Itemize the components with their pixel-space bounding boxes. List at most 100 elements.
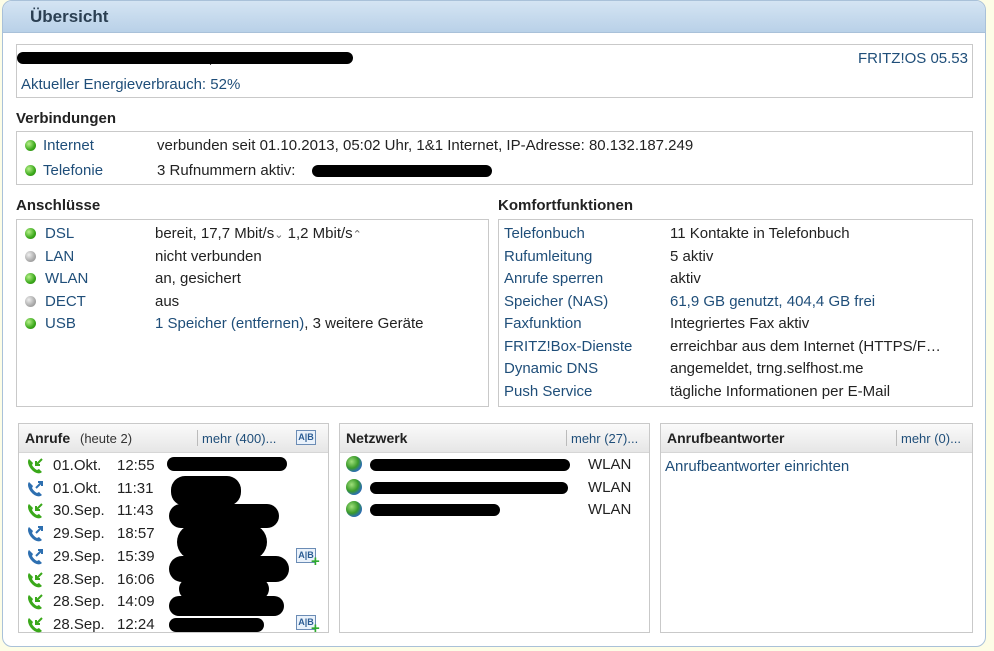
redaction-bar bbox=[171, 476, 241, 506]
comfort-ddns-value: angemeldet, trng.selfhost.me bbox=[670, 360, 864, 377]
redaction-bar bbox=[370, 459, 570, 471]
plus-icon: + bbox=[311, 620, 320, 637]
connection-telefonie-value: 3 Rufnummern aktiv: bbox=[157, 162, 296, 179]
comfort-nas-link[interactable]: Speicher (NAS) bbox=[504, 293, 608, 310]
page-title: Übersicht bbox=[30, 7, 109, 26]
comfort-nas-value[interactable]: 61,9 GB genutzt, 404,4 GB frei bbox=[670, 293, 875, 310]
network-device-type: WLAN bbox=[588, 479, 632, 496]
call-time: 15:39 bbox=[117, 547, 155, 565]
port-lan-value: nicht verbunden bbox=[155, 248, 262, 265]
incoming-call-icon bbox=[26, 593, 44, 611]
port-wlan-link[interactable]: WLAN bbox=[45, 270, 88, 287]
connection-internet-link[interactable]: Internet bbox=[43, 137, 94, 154]
comfort-phonebook-value: 11 Kontakte in Telefonbuch bbox=[670, 225, 850, 242]
header-separator bbox=[566, 430, 567, 446]
globe-icon bbox=[346, 501, 362, 517]
port-usb-value: , 3 weitere Geräte bbox=[304, 315, 424, 332]
redaction-bar bbox=[370, 504, 500, 516]
status-indicator-icon bbox=[25, 273, 36, 284]
port-dect-link[interactable]: DECT bbox=[45, 293, 86, 310]
network-device-type: WLAN bbox=[588, 456, 632, 473]
panel-header: Übersicht bbox=[3, 1, 985, 33]
calls-more-link[interactable]: mehr (400)... bbox=[202, 431, 276, 446]
status-indicator-icon bbox=[25, 140, 36, 151]
redaction-bar bbox=[169, 596, 284, 616]
comfort-ddns-link[interactable]: Dynamic DNS bbox=[504, 360, 598, 377]
connections-title: Verbindungen bbox=[16, 110, 117, 127]
outgoing-call-icon bbox=[26, 480, 44, 498]
firmware-version[interactable]: FRITZ!OS 05.53 bbox=[858, 50, 968, 67]
call-time: 18:57 bbox=[117, 525, 155, 543]
ports-box: DSL bereit, 17,7 Mbit/s⌄ 1,2 Mbit/s⌃ LAN… bbox=[16, 219, 489, 407]
connection-internet-value: verbunden seit 01.10.2013, 05:02 Uhr, 1&… bbox=[157, 137, 694, 154]
port-usb-link[interactable]: USB bbox=[45, 315, 76, 332]
ports-title: Anschlüsse bbox=[16, 197, 101, 214]
comfort-callblock-link[interactable]: Anrufe sperren bbox=[504, 270, 603, 287]
status-indicator-icon bbox=[25, 228, 36, 239]
comfort-push-link[interactable]: Push Service bbox=[504, 383, 592, 400]
comfort-box: Telefonbuch 11 Kontakte in Telefonbuch R… bbox=[498, 219, 973, 407]
energy-consumption-link[interactable]: Aktueller Energieverbrauch: 52% bbox=[21, 76, 240, 93]
comfort-services-link[interactable]: FRITZ!Box-Dienste bbox=[504, 338, 632, 355]
redaction-bar bbox=[177, 524, 267, 560]
status-indicator-icon bbox=[25, 251, 36, 262]
answering-more-link[interactable]: mehr (0)... bbox=[901, 431, 961, 446]
network-more-link[interactable]: mehr (27)... bbox=[571, 431, 638, 446]
call-time: 12:55 bbox=[117, 457, 155, 474]
connections-box: Internet verbunden seit 01.10.2013, 05:0… bbox=[16, 131, 973, 185]
plus-icon: + bbox=[311, 553, 320, 570]
globe-icon bbox=[346, 456, 362, 472]
port-dsl-value-up: 1,2 Mbit/s bbox=[287, 225, 353, 242]
redaction-bar bbox=[17, 52, 353, 64]
setup-answering-machine-link[interactable]: Anrufbeantworter einrichten bbox=[665, 458, 849, 475]
call-time: 14:09 bbox=[117, 593, 155, 611]
port-lan-link[interactable]: LAN bbox=[45, 248, 74, 265]
status-indicator-icon bbox=[25, 165, 36, 176]
call-date: 30.Sep. bbox=[53, 502, 105, 520]
call-date: 28.Sep. bbox=[53, 615, 105, 633]
device-info-box: FRITZ!Box Fon WLAN 7390, TRNG-FB7390 FRI… bbox=[16, 44, 973, 98]
status-indicator-icon bbox=[25, 296, 36, 307]
phonebook-icon[interactable]: A|B bbox=[296, 430, 316, 445]
comfort-forwarding-value: 5 aktiv bbox=[670, 248, 714, 265]
status-indicator-icon bbox=[25, 318, 36, 329]
comfort-fax-link[interactable]: Faxfunktion bbox=[504, 315, 582, 332]
answering-widget-header: Anrufbeantworter mehr (0)... bbox=[661, 424, 972, 453]
call-date: 29.Sep. bbox=[53, 525, 105, 543]
redaction-bar bbox=[370, 482, 568, 494]
port-wlan-value: an, gesichert bbox=[155, 270, 241, 287]
calls-title: Anrufe bbox=[25, 430, 71, 446]
incoming-call-icon bbox=[26, 571, 44, 589]
port-dsl-link[interactable]: DSL bbox=[45, 225, 74, 242]
network-device-type: WLAN bbox=[588, 501, 632, 518]
incoming-call-icon bbox=[26, 502, 44, 520]
comfort-callblock-value: aktiv bbox=[670, 270, 701, 287]
downstream-arrow-icon: ⌄ bbox=[274, 229, 284, 241]
header-separator bbox=[197, 430, 198, 446]
call-date: 01.Okt. bbox=[53, 479, 102, 497]
comfort-services-value: erreichbar aus dem Internet (HTTPS/F… bbox=[670, 338, 941, 355]
network-widget-header: Netzwerk mehr (27)... bbox=[340, 424, 649, 453]
call-time: 12:24 bbox=[117, 615, 155, 633]
port-dsl-value: bereit, 17,7 Mbit/s bbox=[155, 225, 275, 242]
incoming-call-icon bbox=[26, 616, 44, 634]
usb-storage-remove-link[interactable]: 1 Speicher (entfernen) bbox=[155, 315, 304, 332]
redaction-bar bbox=[312, 165, 492, 177]
call-date: 01.Okt. bbox=[53, 457, 102, 474]
redaction-bar bbox=[169, 618, 264, 632]
comfort-fax-value: Integriertes Fax aktiv bbox=[670, 315, 810, 332]
network-widget: Netzwerk mehr (27)... WLAN WLAN WLAN bbox=[339, 423, 650, 633]
redaction-bar bbox=[167, 457, 287, 471]
port-dect-value: aus bbox=[155, 293, 180, 310]
answering-title: Anrufbeantworter bbox=[667, 430, 785, 446]
comfort-phonebook-link[interactable]: Telefonbuch bbox=[504, 225, 585, 242]
connection-telefonie-link[interactable]: Telefonie bbox=[43, 162, 103, 179]
header-separator bbox=[896, 430, 897, 446]
network-title: Netzwerk bbox=[346, 430, 408, 446]
comfort-forwarding-link[interactable]: Rufumleitung bbox=[504, 248, 592, 265]
call-time: 11:43 bbox=[117, 502, 154, 520]
globe-icon bbox=[346, 479, 362, 495]
upstream-arrow-icon: ⌃ bbox=[352, 229, 362, 241]
call-time: 11:31 bbox=[117, 479, 154, 497]
comfort-push-value: tägliche Informationen per E-Mail bbox=[670, 383, 891, 400]
